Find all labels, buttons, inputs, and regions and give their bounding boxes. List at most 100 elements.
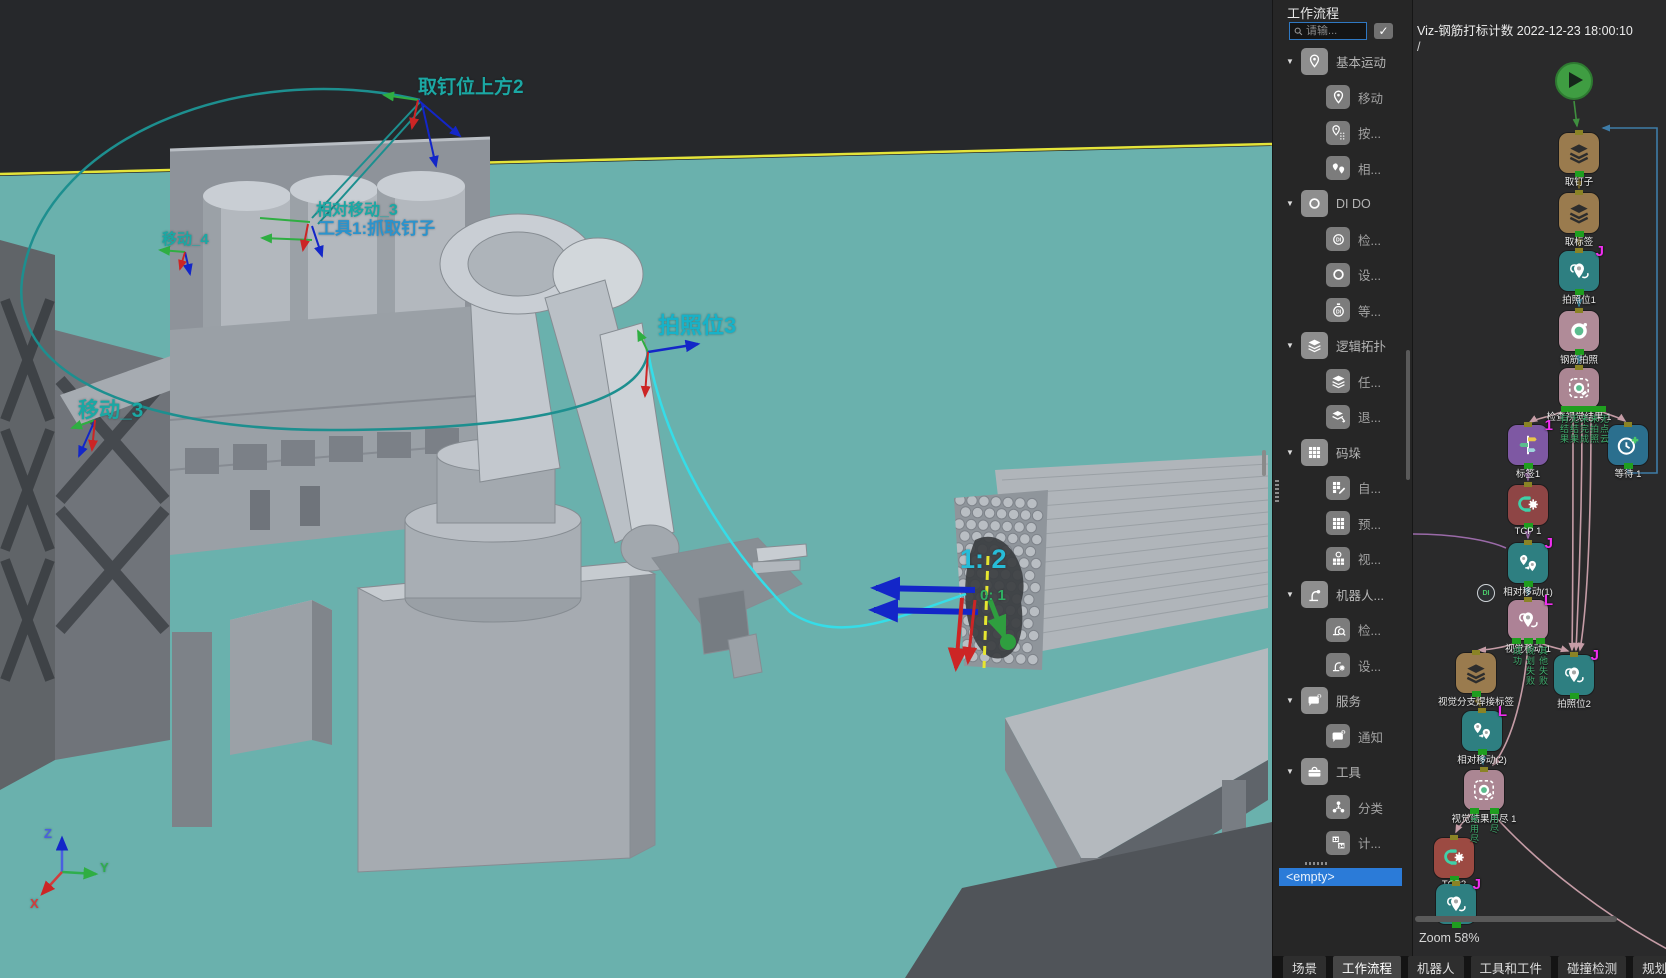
search-box[interactable]: [1289, 22, 1367, 40]
workflow-list-item-empty[interactable]: <empty>: [1279, 868, 1402, 886]
graph-node-jieguoyongjin[interactable]: 视觉结果用尽 1: [1464, 770, 1504, 810]
library-item-8[interactable]: ▼逻辑拓扑: [1273, 328, 1407, 364]
expand-arrow-icon[interactable]: ▼: [1286, 767, 1301, 776]
library-item-label: DI DO: [1336, 197, 1371, 211]
node-label: 取钉子: [1565, 174, 1594, 188]
expand-arrow-icon[interactable]: ▼: [1286, 696, 1301, 705]
node-badge: L: [1544, 592, 1553, 609]
node-badge: J: [1591, 647, 1599, 664]
di-status-icon[interactable]: DI: [1477, 584, 1495, 602]
library-item-21[interactable]: 分类: [1273, 790, 1407, 826]
graph-node-xiangduiyidong2[interactable]: L相对移动(2): [1462, 711, 1502, 751]
graph-node-paizhaowei1[interactable]: J拍照位1: [1559, 251, 1599, 291]
library-item-label: 码垛: [1336, 443, 1361, 462]
input-port: [1575, 308, 1583, 313]
library-item-label: 工具: [1336, 762, 1361, 781]
branch-label-4: 无点云: [1599, 414, 1609, 444]
library-item-14[interactable]: 视...: [1273, 541, 1407, 577]
graph-node-paizhaowei2[interactable]: J拍照位2: [1554, 655, 1594, 695]
tab-3[interactable]: 工具和工件: [1471, 956, 1552, 978]
library-item-label: 退...: [1358, 407, 1381, 426]
zoom-level-label: Zoom 58%: [1419, 931, 1479, 945]
chat-icon: [1301, 687, 1328, 714]
viewport-scrollbar[interactable]: [1262, 450, 1266, 476]
library-item-label: 移动: [1358, 88, 1383, 107]
expand-arrow-icon[interactable]: ▼: [1286, 448, 1301, 457]
filter-checkbox[interactable]: ✓: [1374, 23, 1393, 39]
node-label: 等待 1: [1615, 466, 1642, 480]
library-item-5[interactable]: 检...: [1273, 222, 1407, 258]
node-label: 取标签: [1565, 234, 1594, 248]
graph-node-jianchashijue[interactable]: 检查视觉结果 1: [1559, 368, 1599, 408]
library-item-6[interactable]: 设...: [1273, 257, 1407, 293]
library-item-3[interactable]: 相...: [1273, 151, 1407, 187]
expand-arrow-icon[interactable]: ▼: [1286, 57, 1301, 66]
cluster-icon: [1326, 795, 1350, 819]
library-item-17[interactable]: 设...: [1273, 648, 1407, 684]
library-item-7[interactable]: 等...: [1273, 293, 1407, 329]
library-item-10[interactable]: 退...: [1273, 399, 1407, 435]
input-port: [1524, 540, 1532, 545]
layers-arrow-icon: [1326, 405, 1350, 429]
expand-arrow-icon[interactable]: ▼: [1286, 590, 1301, 599]
workflow-graph-panel[interactable]: Viz-钢筋打标计数 2022-12-23 18:00:10 /: [1412, 0, 1666, 956]
library-item-4[interactable]: ▼ DI DO: [1273, 186, 1407, 222]
library-item-1[interactable]: 移动: [1273, 80, 1407, 116]
library-item-label: 服务: [1336, 691, 1361, 710]
toolbox-icon: [1301, 758, 1328, 785]
library-item-13[interactable]: 预...: [1273, 506, 1407, 542]
node-label: 视觉结果用尽 1: [1452, 811, 1517, 825]
tab-4[interactable]: 碰撞检测: [1558, 956, 1626, 978]
pin-icon: [1301, 48, 1328, 75]
library-item-12[interactable]: 自...: [1273, 470, 1407, 506]
expand-arrow-icon[interactable]: ▼: [1286, 341, 1301, 350]
graph-node-biaoqian1[interactable]: 1标签1: [1508, 425, 1548, 465]
di-icon: [1326, 227, 1350, 251]
search-icon: [1294, 26, 1303, 37]
node-badge: J: [1545, 535, 1553, 552]
graph-node-tcp1[interactable]: TCP 1: [1508, 485, 1548, 525]
tab-0[interactable]: 场景: [1283, 956, 1326, 978]
input-port: [1524, 422, 1532, 427]
graph-node-shijuefenzhi[interactable]: 视觉分支焊接标签: [1456, 653, 1496, 693]
library-item-0[interactable]: ▼基本运动: [1273, 44, 1407, 80]
library-item-19[interactable]: 通知: [1273, 719, 1407, 755]
graph-node-tcp2[interactable]: TCP2: [1434, 838, 1474, 878]
library-item-9[interactable]: 任...: [1273, 364, 1407, 400]
run-workflow-button[interactable]: [1555, 62, 1593, 100]
node-badge: 1: [1545, 417, 1553, 434]
panel-splitter-handle[interactable]: [1275, 480, 1279, 502]
list-splitter-handle[interactable]: [1305, 862, 1327, 865]
library-item-18[interactable]: ▼ 服务: [1273, 683, 1407, 719]
graph-node-gangjinpaizhao[interactable]: 钢筋拍照: [1559, 311, 1599, 351]
library-item-label: 计...: [1358, 833, 1381, 852]
tree-scrollbar[interactable]: [1406, 350, 1410, 480]
library-item-16[interactable]: 检...: [1273, 612, 1407, 648]
node-badge: J: [1473, 876, 1481, 893]
graph-node-qudingzi[interactable]: 取钉子: [1559, 133, 1599, 173]
tab-2[interactable]: 机器人: [1408, 956, 1464, 978]
pallet-icon: [1326, 511, 1350, 535]
branch-label-0: 有结果: [1559, 414, 1569, 444]
branch-label-7: 其他失败: [1538, 646, 1548, 686]
tab-5[interactable]: 规划历史: [1633, 956, 1666, 978]
library-item-20[interactable]: ▼ 工具: [1273, 754, 1407, 790]
bottom-tab-bar: 场景工作流程机器人工具和工件碰撞检测规划历史其他: [1272, 956, 1666, 978]
graph-node-dengdai1[interactable]: 等待 1: [1608, 425, 1648, 465]
graph-node-xiangduiyidong1[interactable]: J相对移动(1): [1508, 543, 1548, 583]
search-input[interactable]: [1306, 25, 1362, 37]
graph-node-qubiaoqian[interactable]: 取标签: [1559, 193, 1599, 233]
library-item-22[interactable]: 计...: [1273, 825, 1407, 861]
branch-label-5: 成功: [1512, 646, 1522, 666]
library-item-label: 设...: [1358, 656, 1381, 675]
viewport-3d[interactable]: 取钉位上方2 相对移动_3 工具1:抓取钉子 移动_4 拍照位3 移动_3 1:…: [0, 0, 1272, 978]
tab-1[interactable]: 工作流程: [1333, 956, 1401, 978]
branch-label-2: 未完成: [1579, 414, 1589, 444]
library-item-2[interactable]: 按...: [1273, 115, 1407, 151]
library-item-label: 预...: [1358, 514, 1381, 533]
graph-node-shijueyidong1[interactable]: L视觉移动 1: [1508, 600, 1548, 640]
library-item-15[interactable]: ▼机器人...: [1273, 577, 1407, 613]
library-item-11[interactable]: ▼ 码垛: [1273, 435, 1407, 471]
graph-horizontal-scrollbar[interactable]: [1415, 916, 1617, 922]
expand-arrow-icon[interactable]: ▼: [1286, 199, 1301, 208]
